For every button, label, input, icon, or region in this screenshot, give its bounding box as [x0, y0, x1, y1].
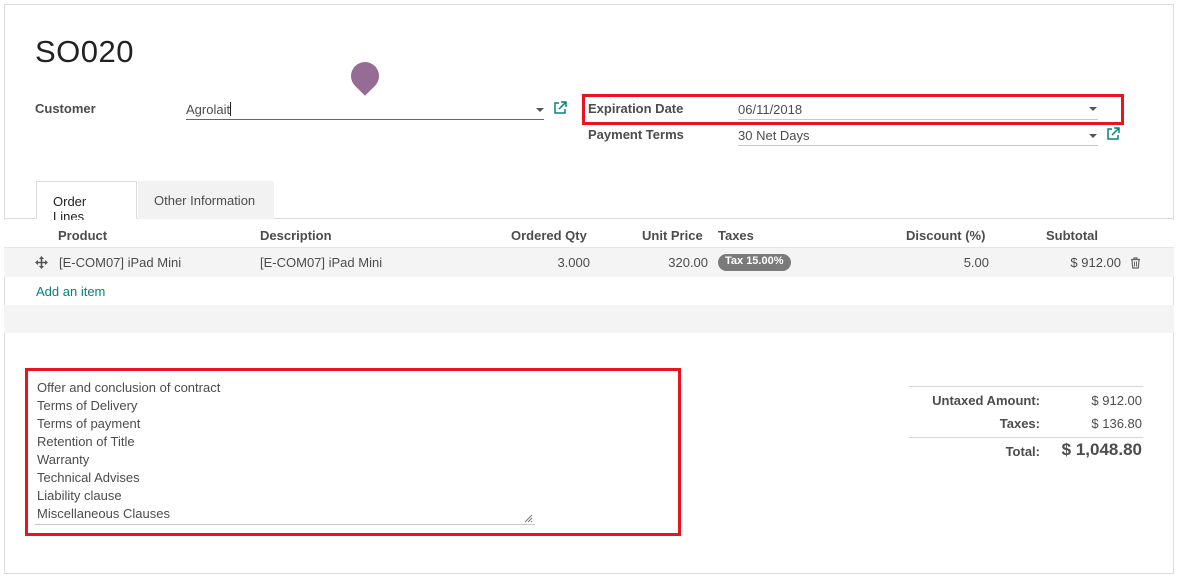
- record-title: SO020: [35, 34, 135, 69]
- customer-input[interactable]: Agrolait: [186, 100, 544, 120]
- totals-rule: [909, 437, 1143, 438]
- text-cursor: [230, 102, 232, 116]
- trash-icon[interactable]: [1130, 257, 1141, 269]
- customer-value: Agrolait: [186, 102, 231, 117]
- column-discount[interactable]: Discount (%): [906, 228, 985, 243]
- column-subtotal[interactable]: Subtotal: [1046, 228, 1098, 243]
- order-lines-header: [4, 220, 1174, 248]
- tab-other-information[interactable]: Other Information: [138, 181, 274, 219]
- table-footer: [4, 305, 1174, 333]
- payment-terms-input[interactable]: 30 Net Days: [738, 126, 1098, 146]
- column-product[interactable]: Product: [58, 228, 107, 243]
- row-unit-price: 320.00: [668, 255, 708, 270]
- highlight-box-expiration: [582, 94, 1124, 125]
- column-description[interactable]: Description: [260, 228, 332, 243]
- payment-terms-caret-icon[interactable]: [1089, 134, 1097, 138]
- external-link-icon[interactable]: [1106, 127, 1120, 141]
- tab-order-lines[interactable]: Order Lines: [36, 181, 137, 224]
- customer-dropdown-caret-icon[interactable]: [536, 108, 544, 112]
- column-ordered-qty[interactable]: Ordered Qty: [511, 228, 587, 243]
- customer-label: Customer: [35, 101, 96, 116]
- untaxed-amount-value: $ 912.00: [1091, 393, 1142, 408]
- untaxed-amount-label: Untaxed Amount:: [932, 393, 1040, 408]
- highlight-box-terms: [25, 368, 681, 536]
- total-label: Total:: [1005, 444, 1040, 459]
- tax-badge: Tax 15.00%: [718, 254, 791, 271]
- row-description: [E-COM07] iPad Mini: [260, 255, 383, 270]
- row-product: [E-COM07] iPad Mini: [59, 255, 182, 270]
- payment-terms-value: 30 Net Days: [738, 128, 810, 143]
- drag-handle-icon[interactable]: [35, 256, 48, 269]
- add-an-item-link[interactable]: Add an item: [36, 284, 105, 299]
- column-unit-price[interactable]: Unit Price: [642, 228, 703, 243]
- row-subtotal: $ 912.00: [1070, 255, 1121, 270]
- column-taxes[interactable]: Taxes: [718, 228, 754, 243]
- taxes-value: $ 136.80: [1091, 416, 1142, 431]
- external-link-icon[interactable]: [553, 101, 567, 115]
- row-qty: 3.000: [557, 255, 590, 270]
- totals-top-rule: [909, 386, 1143, 387]
- payment-terms-label: Payment Terms: [588, 127, 684, 142]
- taxes-label: Taxes:: [999, 416, 1040, 431]
- row-discount: 5.00: [963, 255, 989, 270]
- total-value: $ 1,048.80: [1061, 440, 1142, 459]
